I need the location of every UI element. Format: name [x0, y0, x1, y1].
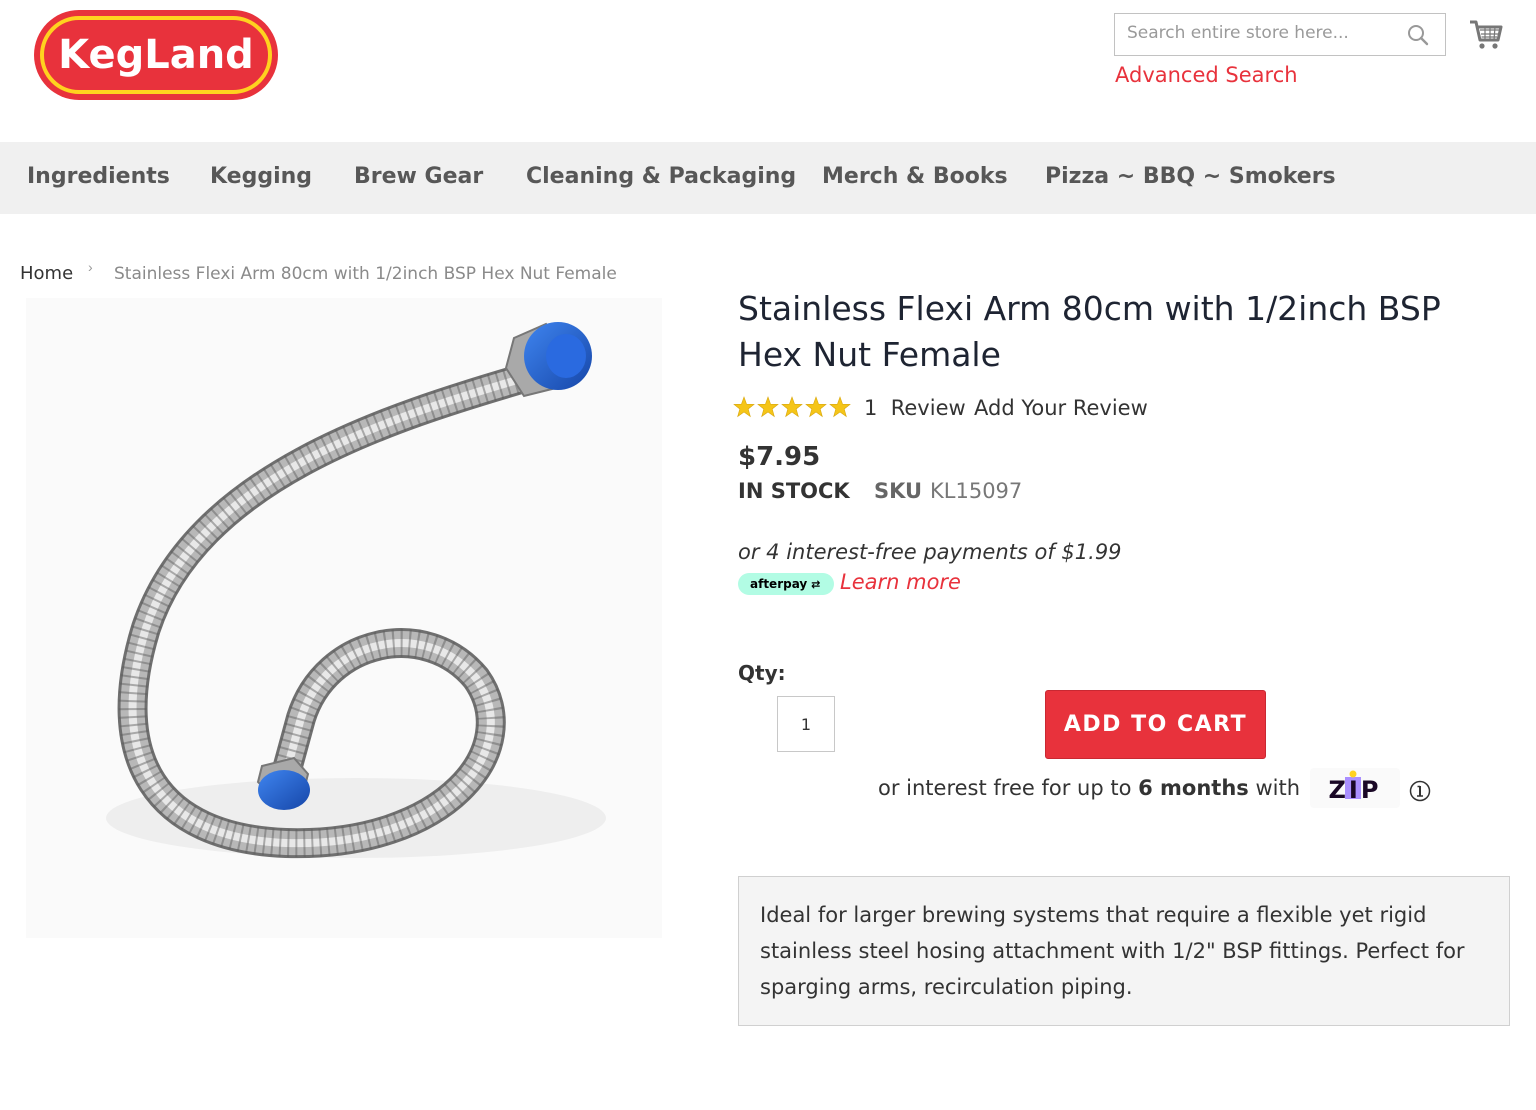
nav-item-merch-books[interactable]: Merch & Books [822, 164, 1008, 189]
nav-item-ingredients[interactable]: Ingredients [27, 164, 170, 189]
stock-status: IN STOCK [738, 479, 850, 503]
add-review-link[interactable]: Add Your Review [974, 396, 1148, 420]
afterpay-installments: or 4 interest-free payments of $1.99 [738, 540, 1122, 564]
review-count: 1 [864, 396, 878, 420]
breadcrumb-current: Stainless Flexi Arm 80cm with 1/2inch BS… [114, 264, 617, 284]
breadcrumb-home[interactable]: Home [20, 263, 73, 284]
zip-logo[interactable]: ZIP [1310, 768, 1400, 808]
keg-land-logo[interactable]: KegLand [32, 8, 280, 102]
afterpay-learn-more-link[interactable]: Learn more [840, 570, 961, 594]
afterpay-logo: afterpay ⇄ [738, 573, 834, 595]
nav-item-pizza-bbq-smokers[interactable]: Pizza ~ BBQ ~ Smokers [1045, 164, 1336, 189]
cart-icon[interactable] [1468, 16, 1504, 52]
info-icon[interactable] [1409, 780, 1431, 802]
nav-item-cleaning-packaging[interactable]: Cleaning & Packaging [526, 164, 796, 189]
product-price: $7.95 [738, 442, 821, 472]
rating-stars[interactable] [733, 395, 851, 421]
qty-input[interactable] [777, 696, 835, 752]
search-box [1114, 13, 1446, 56]
reviews-link[interactable]: 1 Review [864, 396, 966, 420]
star-icon [757, 396, 779, 418]
nav-item-brew-gear[interactable]: Brew Gear [354, 164, 483, 189]
qty-label: Qty: [738, 661, 786, 685]
star-icon [733, 396, 755, 418]
product-image[interactable] [26, 298, 662, 938]
sku-value: KL15097 [930, 479, 1023, 503]
product-short-description: Ideal for larger brewing systems that re… [738, 876, 1510, 1026]
star-icon [805, 396, 827, 418]
search-input[interactable] [1127, 14, 1397, 52]
chevron-right-icon: › [88, 259, 93, 275]
star-icon [829, 396, 851, 418]
product-title: Stainless Flexi Arm 80cm with 1/2inch BS… [738, 289, 1441, 374]
logo-text: KegLand [58, 32, 254, 78]
nav-item-kegging[interactable]: Kegging [210, 164, 312, 189]
svg-text:ZIP: ZIP [1329, 776, 1382, 804]
star-icon [781, 396, 803, 418]
search-icon[interactable] [1407, 24, 1429, 46]
main-nav: Ingredients Kegging Brew Gear Cleaning &… [0, 142, 1536, 214]
zip-payment-text: or interest free for up to 6 months with [878, 776, 1301, 800]
sku-label: SKU [874, 479, 923, 503]
advanced-search-link[interactable]: Advanced Search [1115, 63, 1298, 87]
add-to-cart-button[interactable]: ADD TO CART [1045, 690, 1266, 759]
review-label: Review [890, 396, 966, 420]
description-text: Ideal for larger brewing systems that re… [760, 903, 1465, 999]
